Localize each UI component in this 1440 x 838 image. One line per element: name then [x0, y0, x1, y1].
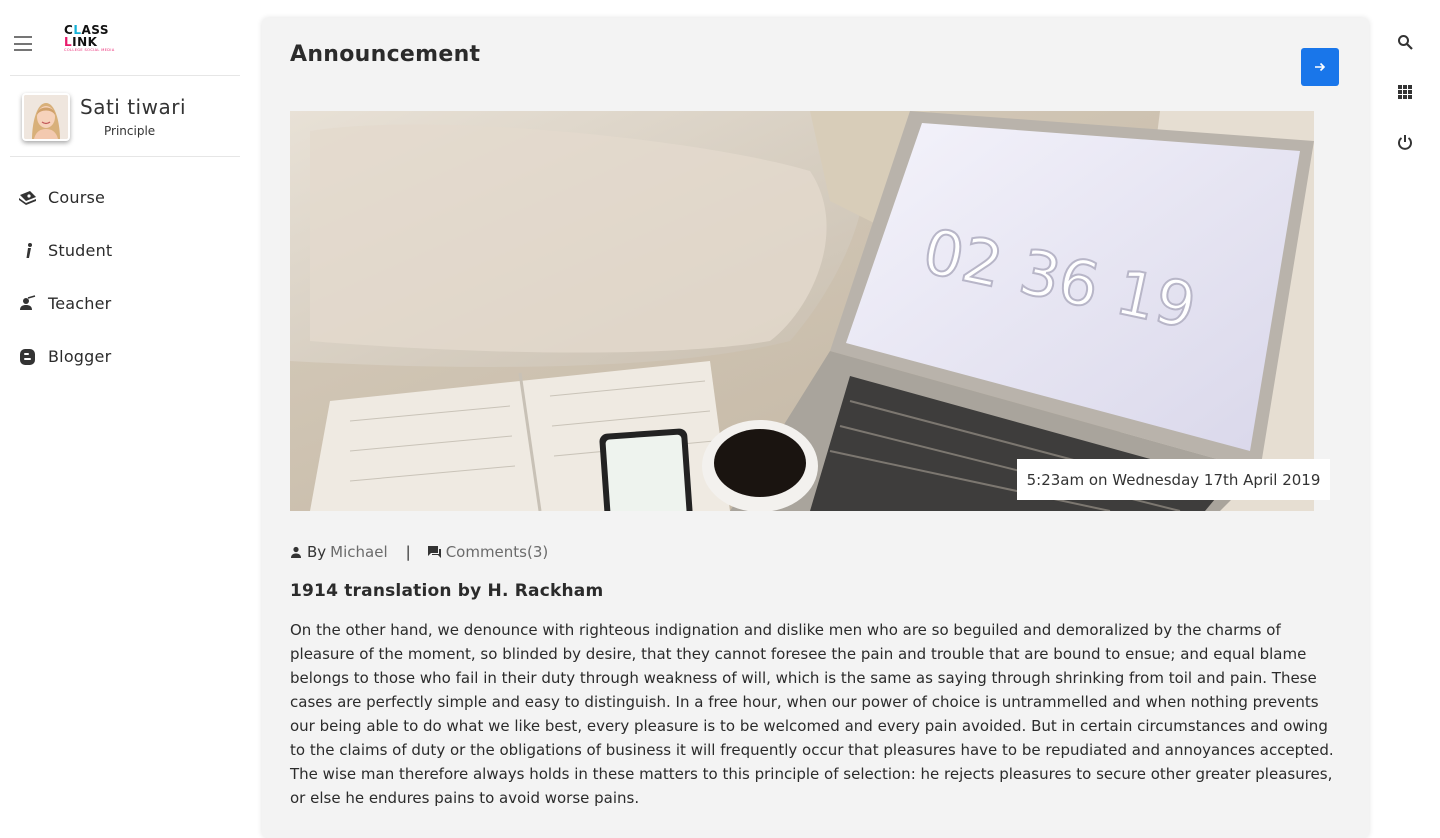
- meta-separator: |: [405, 543, 411, 561]
- divider: [10, 156, 240, 157]
- sidebar-item-course[interactable]: Course: [10, 171, 240, 224]
- announcement-image: 02 36 19: [290, 111, 1314, 511]
- by-label: By: [307, 543, 327, 561]
- search-icon[interactable]: [1395, 32, 1415, 52]
- user-profile: Sati tiwari Principle: [10, 76, 240, 156]
- course-icon: [10, 189, 48, 207]
- teacher-icon: [10, 294, 48, 313]
- apps-grid-icon[interactable]: [1395, 82, 1415, 102]
- hamburger-menu-icon[interactable]: [14, 33, 34, 51]
- power-icon[interactable]: [1395, 132, 1415, 152]
- author-link[interactable]: Michael: [330, 543, 387, 561]
- avatar[interactable]: [22, 93, 70, 141]
- sidebar-item-label: Student: [48, 241, 113, 260]
- page-title: Announcement: [290, 42, 481, 67]
- post-title: 1914 translation by H. Rackham: [290, 581, 604, 601]
- sidebar-item-student[interactable]: Student: [10, 224, 240, 277]
- profile-role: Principle: [104, 124, 156, 138]
- profile-name: Sati tiwari: [80, 95, 186, 119]
- sidebar-item-label: Teacher: [48, 294, 112, 313]
- sidebar-item-blogger[interactable]: Blogger: [10, 330, 240, 383]
- post-timestamp: 5:23am on Wednesday 17th April 2019: [1017, 459, 1330, 500]
- person-icon: [291, 546, 301, 558]
- sidebar-item-label: Course: [48, 188, 106, 207]
- arrow-right-icon: [1315, 62, 1326, 72]
- post-meta: By Michael | Comments(3): [290, 543, 548, 561]
- class-link-logo[interactable]: CLASS LINK COLLEGE SOCIAL MEDIA: [64, 24, 120, 56]
- sidebar-item-label: Blogger: [48, 347, 112, 366]
- sidebar-nav: Course Student Teacher Blogger: [10, 171, 240, 383]
- post-body: On the other hand, we denounce with righ…: [290, 621, 1334, 807]
- announcement-card: Announcement 02 36 19 5:23am on Wednesda…: [262, 18, 1369, 838]
- open-announcement-button[interactable]: [1301, 48, 1339, 86]
- sidebar-item-teacher[interactable]: Teacher: [10, 277, 240, 330]
- comments-link[interactable]: Comments(3): [446, 543, 549, 561]
- student-icon: [10, 242, 48, 260]
- sidebar: CLASS LINK COLLEGE SOCIAL MEDIA Sati tiw…: [0, 0, 250, 819]
- comments-icon: [427, 546, 441, 558]
- blogger-icon: [10, 348, 48, 366]
